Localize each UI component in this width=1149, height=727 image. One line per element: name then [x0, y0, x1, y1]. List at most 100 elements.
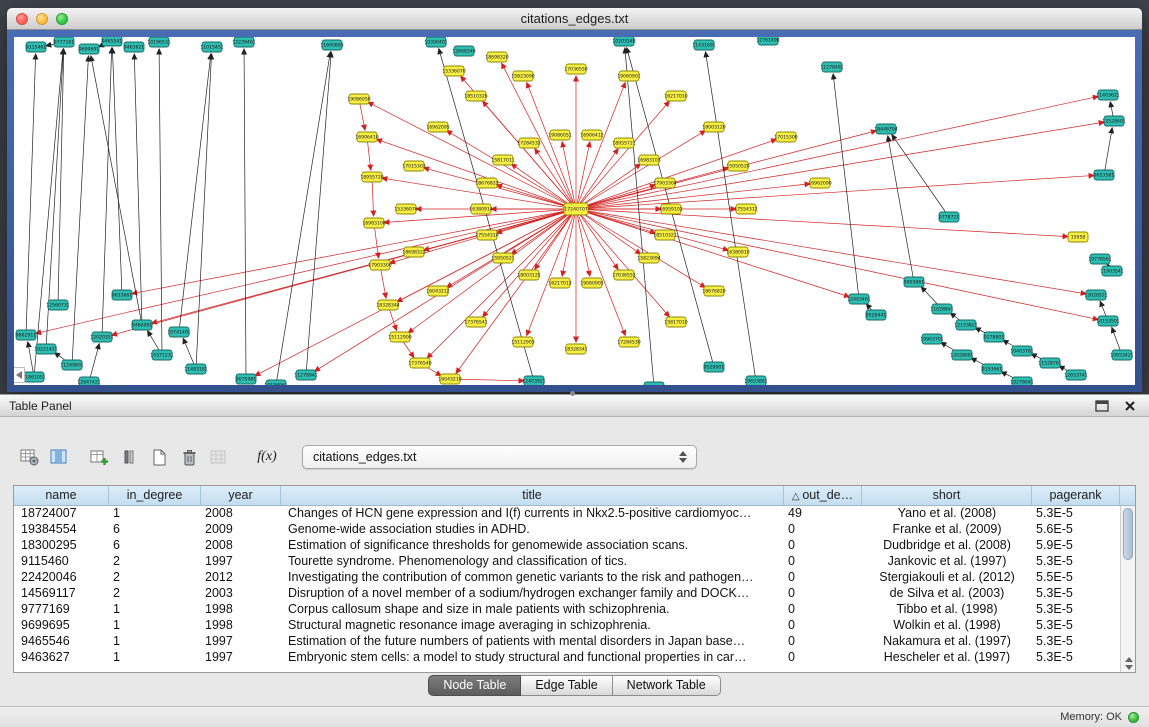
column-header-year[interactable]: year: [201, 486, 281, 506]
graph-edge[interactable]: [888, 136, 914, 282]
table-cell[interactable]: 9465546: [14, 634, 109, 650]
table-cell[interactable]: 1: [109, 506, 201, 522]
table-cell[interactable]: 9699695: [14, 618, 109, 634]
graph-edge[interactable]: [576, 209, 705, 287]
graph-edge[interactable]: [196, 54, 212, 369]
graph-edge[interactable]: [102, 48, 112, 337]
table-cell[interactable]: 22420046: [14, 570, 109, 586]
splitter-handle[interactable]: [570, 391, 575, 396]
table-cell[interactable]: 1997: [201, 634, 281, 650]
graph-edge[interactable]: [447, 131, 576, 209]
table-cell[interactable]: 2012: [201, 570, 281, 586]
graph-edge[interactable]: [26, 54, 36, 335]
table-row[interactable]: 2242004622012Investigating the contribut…: [14, 570, 1120, 586]
table-cell[interactable]: 18300295: [14, 538, 109, 554]
graph-edge[interactable]: [306, 52, 331, 375]
window-titlebar[interactable]: citations_edges.txt: [7, 8, 1142, 30]
table-cell[interactable]: 49: [784, 506, 862, 522]
table-cell[interactable]: Yano et al. (2008): [862, 506, 1032, 522]
graph-edge[interactable]: [112, 48, 122, 295]
table-cell[interactable]: Tourette syndrome. Phenomenology and cla…: [281, 554, 784, 570]
graph-edge[interactable]: [408, 209, 576, 333]
graph-edge[interactable]: [159, 49, 162, 355]
show-columns-icon[interactable]: [44, 444, 74, 471]
network-window[interactable]: citations_edges.txt 17240707169591021851…: [7, 8, 1142, 392]
table-cell[interactable]: Nakamura et al. (1997): [862, 634, 1032, 650]
table-selector-dropdown[interactable]: citations_edges.txt: [302, 445, 697, 469]
graph-edge[interactable]: [276, 52, 330, 385]
table-cell[interactable]: Structural magnetic resonance image aver…: [281, 618, 784, 634]
scroll-up-icon[interactable]: [1125, 657, 1133, 662]
graph-edge[interactable]: [255, 209, 576, 376]
table-cell[interactable]: Jankovic et al. (1997): [862, 554, 1032, 570]
table-cell[interactable]: 0: [784, 586, 862, 602]
minimize-window-button[interactable]: [36, 13, 48, 25]
network-canvas[interactable]: 1724070716959102185103211582309417036553…: [14, 37, 1135, 385]
graph-edge[interactable]: [134, 54, 142, 325]
graph-edge[interactable]: [132, 209, 576, 294]
table-cell[interactable]: 5.5E-5: [1032, 570, 1120, 586]
table-cell[interactable]: 1997: [201, 554, 281, 570]
graph-edge[interactable]: [576, 209, 1086, 294]
table-cell[interactable]: Embryonic stem cells: a model to study s…: [281, 650, 784, 666]
table-cell[interactable]: 5.3E-5: [1032, 634, 1120, 650]
table-cell[interactable]: 1: [109, 618, 201, 634]
table-cell[interactable]: 1998: [201, 602, 281, 618]
network-svg[interactable]: 1724070716959102185103211582309417036553…: [14, 37, 1135, 385]
table-cell[interactable]: 6: [109, 522, 201, 538]
column-header-in_degree[interactable]: in_degree: [109, 486, 201, 506]
column-header-title[interactable]: title: [281, 486, 784, 506]
table-cell[interactable]: Hescheler et al. (1997): [862, 650, 1032, 666]
scrollbar-thumb[interactable]: [1123, 508, 1133, 560]
table-cell[interactable]: 5.3E-5: [1032, 586, 1120, 602]
table-cell[interactable]: 5.9E-5: [1032, 538, 1120, 554]
table-cell[interactable]: 6: [109, 538, 201, 554]
graph-edge[interactable]: [372, 177, 374, 216]
float-panel-icon[interactable]: [1095, 399, 1109, 412]
table-row[interactable]: 1456911722003Disruption of a novel membe…: [14, 586, 1120, 602]
function-builder-icon[interactable]: f(x): [250, 444, 284, 471]
zoom-window-button[interactable]: [56, 13, 68, 25]
delete-table-icon[interactable]: [174, 444, 204, 471]
table-cell[interactable]: 2008: [201, 506, 281, 522]
table-cell[interactable]: 1997: [201, 650, 281, 666]
table-cell[interactable]: Estimation of significance thresholds fo…: [281, 538, 784, 554]
graph-edge[interactable]: [368, 102, 576, 209]
table-cell[interactable]: Genome-wide association studies in ADHD.: [281, 522, 784, 538]
table-cell[interactable]: de Silva et al. (2003): [862, 586, 1032, 602]
table-cell[interactable]: 0: [784, 618, 862, 634]
table-cell[interactable]: Franke et al. (2009): [862, 522, 1032, 538]
table-cell[interactable]: 1: [109, 602, 201, 618]
table-cell[interactable]: 2: [109, 586, 201, 602]
tab-network-table[interactable]: Network Table: [613, 675, 721, 696]
table-row[interactable]: 1830029562008Estimation of significance …: [14, 538, 1120, 554]
graph-edge[interactable]: [576, 209, 1098, 320]
table-cell[interactable]: Changes of HCN gene expression and I(f) …: [281, 506, 784, 522]
graph-edge[interactable]: [72, 56, 88, 365]
graph-edge[interactable]: [89, 344, 99, 382]
table-cell[interactable]: 5.6E-5: [1032, 522, 1120, 538]
table-cell[interactable]: Corpus callosum shape and size in male p…: [281, 602, 784, 618]
table-cell[interactable]: Wolkin et al. (1998): [862, 618, 1032, 634]
column-header-short[interactable]: short: [862, 486, 1032, 506]
table-cell[interactable]: 9777169: [14, 602, 109, 618]
table-cell[interactable]: 9115460: [14, 554, 109, 570]
graph-node[interactable]: [644, 382, 664, 385]
table-cell[interactable]: 0: [784, 522, 862, 538]
collapse-arrow-icon[interactable]: [14, 367, 25, 383]
graph-edge[interactable]: [1104, 128, 1112, 175]
table-cell[interactable]: 9463627: [14, 650, 109, 666]
table-cell[interactable]: 0: [784, 602, 862, 618]
table-cell[interactable]: 2003: [201, 586, 281, 602]
graph-edge[interactable]: [833, 74, 859, 299]
new-table-icon[interactable]: [144, 444, 174, 471]
table-cell[interactable]: 2009: [201, 522, 281, 538]
table-row[interactable]: 1872400712008Changes of HCN gene express…: [14, 506, 1120, 522]
close-window-button[interactable]: [16, 13, 28, 25]
graph-edge[interactable]: [576, 209, 728, 250]
table-row[interactable]: 977716911998Corpus callosum shape and si…: [14, 602, 1120, 618]
table-mode-icon[interactable]: [14, 444, 44, 471]
column-header-name[interactable]: name: [14, 486, 109, 506]
table-cell[interactable]: 0: [784, 650, 862, 666]
graph-edge[interactable]: [625, 48, 654, 385]
